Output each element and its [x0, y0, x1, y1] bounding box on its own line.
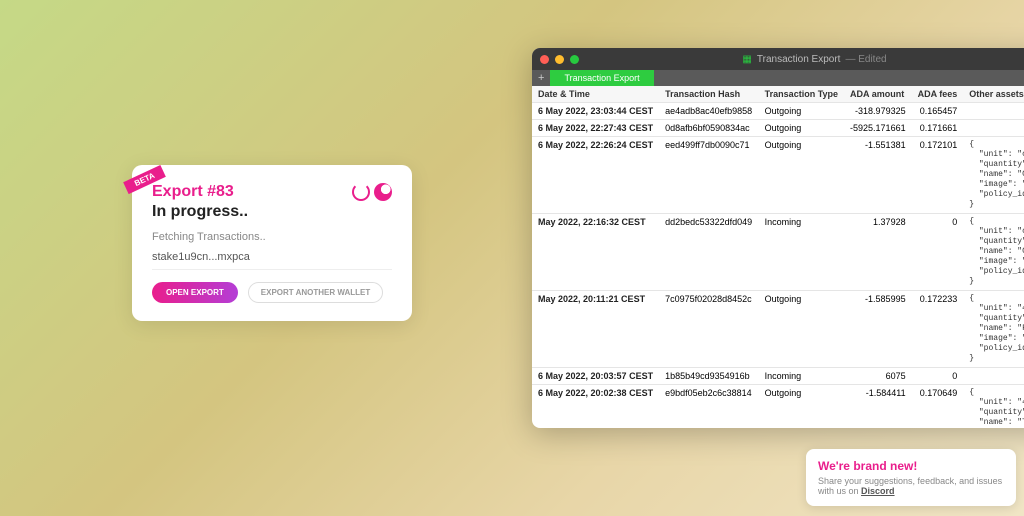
cell[interactable]: 0.171661	[912, 120, 964, 137]
export-status: In progress..	[152, 203, 248, 221]
column-header[interactable]: Transaction Hash	[659, 86, 759, 103]
stake-address: stake1u9cn...mxpca	[152, 251, 392, 270]
cell[interactable]: 7c0975f02028d8452c	[659, 291, 759, 368]
cell[interactable]: 0	[912, 368, 964, 385]
minimize-icon[interactable]	[555, 55, 564, 64]
sheet-tab-active[interactable]: Transaction Export	[550, 70, 653, 86]
cell[interactable]: 0d8afb6bf0590834ac	[659, 120, 759, 137]
app-window: ▦ Transaction Export — Edited + Transact…	[532, 48, 1024, 428]
cell[interactable]: e9bdf05eb2c6c38814	[659, 385, 759, 429]
cell[interactable]: Outgoing	[759, 120, 844, 137]
cell[interactable]: Incoming	[759, 214, 844, 291]
cell[interactable]: 6 May 2022, 20:03:57 CEST	[532, 368, 659, 385]
cell[interactable]: Outgoing	[759, 103, 844, 120]
cell[interactable]: 0	[912, 214, 964, 291]
export-subtext: Fetching Transactions..	[152, 231, 392, 243]
cell[interactable]: 1.37928	[844, 214, 912, 291]
table-row[interactable]: 6 May 2022, 22:27:43 CEST0d8afb6bf059083…	[532, 120, 1024, 137]
column-header[interactable]: Other assets	[963, 86, 1024, 103]
table-row[interactable]: May 2022, 22:16:32 CESTdd2bedc53322dfd04…	[532, 214, 1024, 291]
maximize-icon[interactable]	[570, 55, 579, 64]
column-header[interactable]: ADA amount	[844, 86, 912, 103]
table-row[interactable]: 6 May 2022, 22:26:24 CESTeed499ff7db0090…	[532, 137, 1024, 214]
window-title: ▦ Transaction Export — Edited	[585, 54, 1024, 65]
spreadsheet[interactable]: Date & TimeTransaction HashTransaction T…	[532, 86, 1024, 428]
cell[interactable]: May 2022, 20:11:21 CEST	[532, 291, 659, 368]
cell[interactable]: -5925.171661	[844, 120, 912, 137]
transactions-table: Date & TimeTransaction HashTransaction T…	[532, 86, 1024, 428]
cell[interactable]	[963, 103, 1024, 120]
open-export-button[interactable]: OPEN EXPORT	[152, 282, 238, 303]
export-title: Export #83	[152, 183, 248, 201]
sheet-tabbar: + Transaction Export	[532, 70, 1024, 86]
cell[interactable]: -1.584411	[844, 385, 912, 429]
card-header: Export #83 In progress..	[152, 183, 392, 221]
column-header[interactable]: Date & Time	[532, 86, 659, 103]
column-header[interactable]: Transaction Type	[759, 86, 844, 103]
card-icons	[352, 183, 392, 201]
cell[interactable]: -1.585995	[844, 291, 912, 368]
cell[interactable]: 1b85b49cd9354916b	[659, 368, 759, 385]
cell[interactable]	[963, 368, 1024, 385]
discord-link[interactable]: Discord	[861, 486, 895, 496]
table-row[interactable]: 6 May 2022, 20:03:57 CEST1b85b49cd935491…	[532, 368, 1024, 385]
toast-body-text: Share your suggestions, feedback, and is…	[818, 476, 1002, 496]
table-row[interactable]: May 2022, 20:11:21 CEST7c0975f02028d8452…	[532, 291, 1024, 368]
window-edited: — Edited	[845, 54, 886, 65]
window-title-text: Transaction Export	[757, 54, 841, 65]
cell[interactable]: 6 May 2022, 20:02:38 CEST	[532, 385, 659, 429]
reload-icon[interactable]	[352, 183, 370, 201]
card-actions: OPEN EXPORT EXPORT ANOTHER WALLET	[152, 282, 392, 303]
cell[interactable]: 6 May 2022, 22:27:43 CEST	[532, 120, 659, 137]
table-row[interactable]: 6 May 2022, 20:02:38 CESTe9bdf05eb2c6c38…	[532, 385, 1024, 429]
cell[interactable]: -318.979325	[844, 103, 912, 120]
brand-new-toast: We're brand new! Share your suggestions,…	[806, 449, 1016, 506]
cell[interactable]: Outgoing	[759, 137, 844, 214]
cell[interactable]: -1.551381	[844, 137, 912, 214]
window-titlebar: ▦ Transaction Export — Edited	[532, 48, 1024, 70]
cell[interactable]: May 2022, 22:16:32 CEST	[532, 214, 659, 291]
cell[interactable]: Outgoing	[759, 385, 844, 429]
cell[interactable]: 6075	[844, 368, 912, 385]
cell[interactable]: dd2bedc53322dfd049	[659, 214, 759, 291]
add-sheet-button[interactable]: +	[532, 72, 550, 84]
cell[interactable]: { "unit": "4a3f0261200f39b4d03377e3d4bce…	[963, 385, 1024, 429]
cell[interactable]: 0.165457	[912, 103, 964, 120]
close-icon[interactable]	[540, 55, 549, 64]
cell[interactable]: ae4adb8ac40efb9858	[659, 103, 759, 120]
toast-title: We're brand new!	[818, 459, 1004, 473]
export-card: BETA Export #83 In progress.. Fetching T…	[132, 165, 412, 321]
cell[interactable]: { "unit": "c56d4cceb8a8550534968e1bf1651…	[963, 137, 1024, 214]
cell[interactable]: { "unit": "4a3f0261200f39b4d03377e3d4bce…	[963, 291, 1024, 368]
cell[interactable]	[963, 120, 1024, 137]
cell[interactable]: 0.172233	[912, 291, 964, 368]
cell[interactable]: eed499ff7db0090c71	[659, 137, 759, 214]
column-header[interactable]: ADA fees	[912, 86, 964, 103]
cell[interactable]: 0.172101	[912, 137, 964, 214]
progress-icon	[374, 183, 392, 201]
spreadsheet-icon: ▦	[742, 54, 751, 65]
cell[interactable]: 0.170649	[912, 385, 964, 429]
toast-body: Share your suggestions, feedback, and is…	[818, 476, 1004, 496]
cell[interactable]: Incoming	[759, 368, 844, 385]
cell[interactable]: { "unit": "c56d4cceb8a8550534968e1bf1651…	[963, 214, 1024, 291]
table-header-row: Date & TimeTransaction HashTransaction T…	[532, 86, 1024, 103]
cell[interactable]: 6 May 2022, 22:26:24 CEST	[532, 137, 659, 214]
cell[interactable]: Outgoing	[759, 291, 844, 368]
table-row[interactable]: 6 May 2022, 23:03:44 CESTae4adb8ac40efb9…	[532, 103, 1024, 120]
export-another-button[interactable]: EXPORT ANOTHER WALLET	[248, 282, 383, 303]
cell[interactable]: 6 May 2022, 23:03:44 CEST	[532, 103, 659, 120]
